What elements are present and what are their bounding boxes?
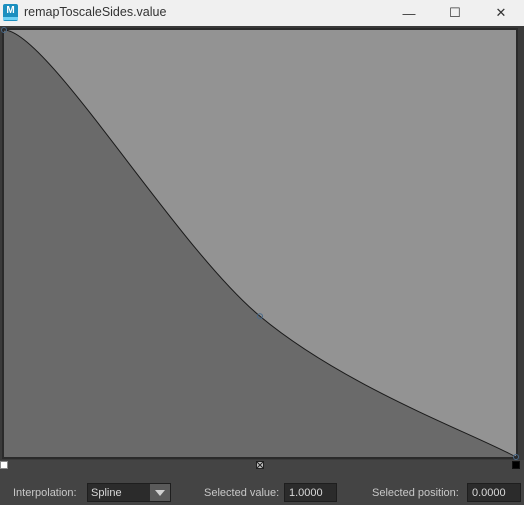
interpolation-value: Spline (91, 487, 122, 499)
position-marker[interactable] (0, 461, 8, 469)
selected-value-field[interactable]: 1.0000 (284, 483, 337, 502)
close-icon: ✕ (495, 5, 507, 20)
selected-position-field[interactable]: 0.0000 (467, 483, 521, 502)
interpolation-label: Interpolation: (13, 487, 77, 499)
position-markers (0, 460, 524, 472)
minimize-icon: — (402, 5, 416, 21)
position-marker[interactable] (256, 461, 264, 469)
close-button[interactable]: ✕ (478, 0, 524, 26)
chevron-down-icon (155, 489, 165, 496)
selected-position-marker[interactable] (512, 461, 520, 469)
maximize-icon: ☐ (449, 5, 461, 20)
maya-app-icon: M (3, 4, 18, 21)
selected-position-label: Selected position: (372, 487, 459, 499)
interpolation-dropdown[interactable]: Spline (87, 483, 171, 502)
window-title: remapToscaleSides.value (24, 5, 167, 19)
ramp-graph[interactable] (0, 26, 524, 460)
ramp-controls: Interpolation: Spline Selected value: 1.… (0, 480, 524, 505)
maximize-button[interactable]: ☐ (432, 0, 478, 26)
selected-value-label: Selected value: (204, 487, 280, 499)
minimize-button[interactable]: — (386, 0, 432, 26)
app-icon-letter: M (6, 5, 15, 16)
ramp-graph-svg[interactable] (0, 26, 524, 460)
title-bar: M remapToscaleSides.value — ☐ ✕ (0, 0, 524, 26)
dropdown-arrow-button[interactable] (150, 484, 170, 501)
